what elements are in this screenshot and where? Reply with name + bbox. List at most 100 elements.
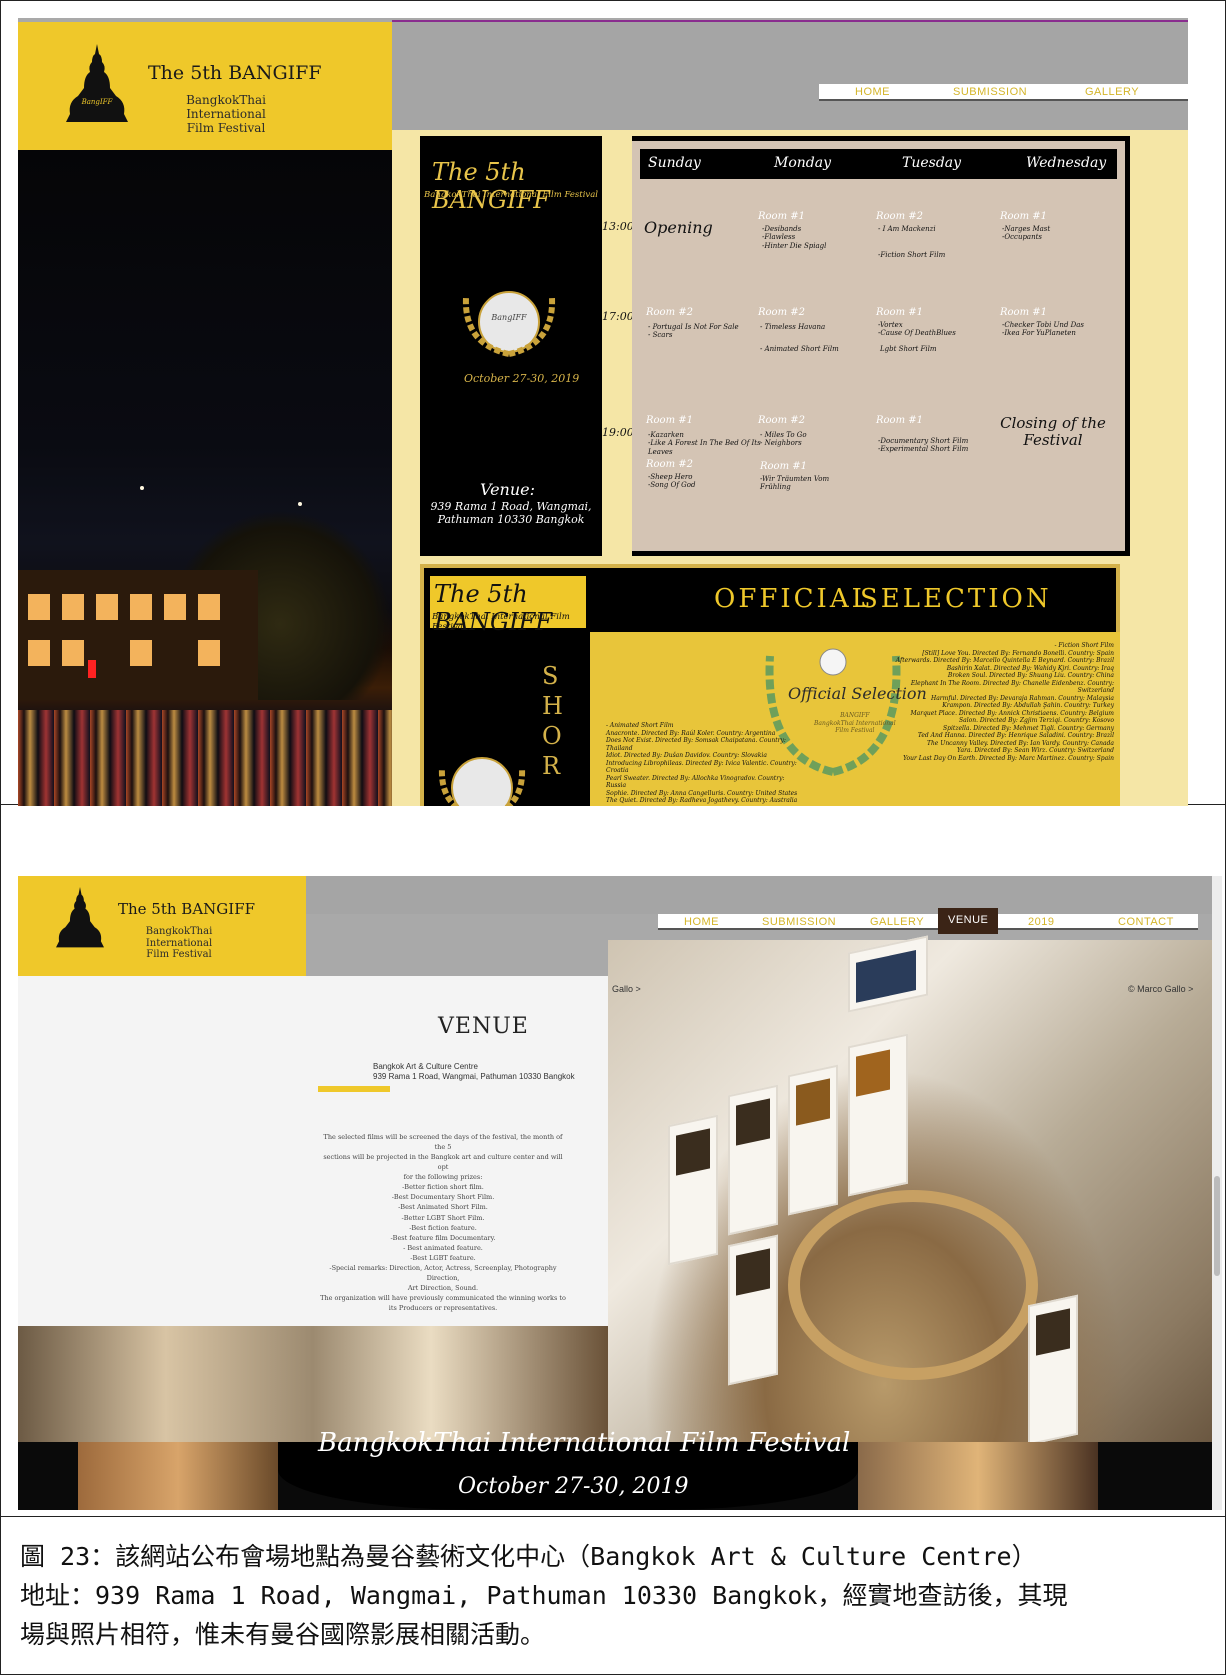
logo-subtitle: BangkokThai International Film Festival (114, 926, 244, 961)
room-label: Room #2 (758, 415, 805, 426)
category-note: - Animated Short Film (760, 345, 839, 353)
logo-subtitle-line2: Film Festival (146, 949, 212, 960)
logo-subtitle-line1: BangkokThai International (186, 93, 266, 121)
poster-sidebar: The 5th BANGIFF BangkokThai Internationa… (420, 136, 602, 556)
animated-shorts-list: - Animated Short Film Anacronte. Directed… (606, 722, 798, 804)
accent-bar (318, 1086, 390, 1092)
time-17: 17:00 (602, 310, 634, 323)
closing-event: Closing of the Festival (998, 414, 1108, 450)
site-logo-block[interactable]: BangIFF The 5th BANGIFF BangkokThai Inte… (18, 22, 392, 150)
nav-gallery[interactable]: GALLERY (1085, 86, 1139, 98)
header-bar (306, 876, 1222, 914)
film-list: - Miles To Go - Neighbors (760, 431, 807, 448)
logo-title: The 5th BANGIFF (148, 62, 322, 84)
nav-submission[interactable]: SUBMISSION (762, 916, 836, 928)
scrollbar[interactable] (1212, 876, 1222, 1510)
opening-event: Opening (644, 218, 713, 237)
address-line2: 939 Rama 1 Road, Wangmai, Pathuman 10330… (373, 1072, 575, 1082)
logo-subtitle-line1: BangkokThai International (145, 926, 213, 949)
exhibit-panel (668, 1114, 718, 1266)
room-label: Room #1 (876, 307, 923, 318)
river-reflection (18, 710, 392, 806)
poster-title: The 5th BANGIFF (432, 158, 550, 214)
distant-light (140, 486, 144, 490)
nav-home[interactable]: HOME (855, 86, 890, 98)
website-screenshot-venue: The 5th BANGIFF BangkokThai Internationa… (18, 876, 1222, 1510)
seal-text: BangIFF (490, 313, 527, 322)
logo-subtitle-line2: Film Festival (186, 120, 266, 135)
room-label: Room #2 (758, 307, 805, 318)
short-letter: O (542, 722, 562, 750)
film-list: -Checker Tobi Und Das -Ikea For YuPlanete… (1002, 321, 1085, 338)
nav-home[interactable]: HOME (684, 916, 719, 928)
room-label: Room #2 (876, 211, 923, 222)
film-list: -Wir Träumten Vom Frühling (760, 475, 830, 492)
room-label: Room #1 (1000, 307, 1047, 318)
buddha-badge-text: BangIFF (81, 98, 114, 106)
caption-line1: 圖 23：該網站公布會場地點為曼谷藝術文化中心（Bangkok Art & Cu… (20, 1542, 1037, 1571)
poster-date: October 27-30, 2019 (464, 372, 580, 385)
poster2-subtitle: BangkokThai International Film Festival (432, 612, 570, 632)
lit-building (18, 570, 258, 700)
nav-2019[interactable]: 2019 (1028, 916, 1054, 928)
photo-credit-left[interactable]: Gallo > (612, 984, 641, 994)
film-list: -Desibands -Flawless -Hinter Die Spiagl (762, 225, 827, 250)
day-sunday: Sunday (648, 155, 701, 171)
bangkok-night-photo (18, 150, 392, 806)
exhibit-panel (728, 1234, 778, 1386)
scrollbar-thumb[interactable] (1214, 1176, 1220, 1276)
film-list: -Documentary Short Film -Experimental Sho… (878, 437, 969, 454)
film-list: -Sheep Hero -Song Of God (648, 473, 696, 490)
room-label: Room #1 (646, 415, 693, 426)
venue-address: Bangkok Art & Culture Centre 939 Rama 1 … (373, 1062, 575, 1083)
logo-subtitle: BangkokThai International Film Festival (146, 93, 306, 135)
schedule-grid: Sunday Monday Tuesday Wednesday Opening … (632, 141, 1125, 551)
nav-venue-active[interactable]: VENUE (938, 908, 999, 934)
nav-submission[interactable]: SUBMISSION (953, 86, 1027, 98)
website-screenshot-schedule: BangIFF The 5th BANGIFF BangkokThai Inte… (18, 18, 1188, 806)
room-label: Room #1 (760, 461, 807, 472)
film-list: - Portugal Is Not For Sale - Scars (648, 323, 739, 340)
banner-photo-left (78, 1442, 278, 1510)
caption-line2: 地址：939 Rama 1 Road, Wangmai, Pathuman 10… (20, 1580, 1068, 1610)
exhibit-panel (848, 1033, 908, 1197)
distant-light (298, 502, 302, 506)
caption-divider (0, 1516, 1226, 1517)
venue-atrium-photo (608, 935, 1222, 1510)
day-tuesday: Tuesday (902, 155, 962, 171)
venue-label: Venue: (480, 480, 536, 499)
schedule-poster: The 5th BANGIFF BangkokThai Internationa… (420, 136, 1130, 556)
photo-credit-right[interactable]: © Marco Gallo > (1128, 984, 1193, 994)
closing-line2: Festival (1023, 431, 1083, 450)
official-word: OFFICIAL (714, 584, 872, 614)
site-logo-block[interactable]: The 5th BANGIFF BangkokThai Internationa… (18, 876, 306, 976)
time-13: 13:00 (602, 220, 634, 233)
address-line1: Bangkok Art & Culture Centre (373, 1062, 478, 1071)
category-note: Lgbt Short Film (880, 345, 937, 353)
time-19: 19:00 (602, 426, 634, 439)
film-list: -Kazarken -Like A Forest In The Bed Of It… (648, 431, 761, 456)
venue-address: 939 Rama 1 Road, Wangmai, Pathuman 10330… (422, 500, 600, 526)
room-label: Room #1 (1000, 211, 1047, 222)
header-bar (392, 22, 1188, 130)
main-nav: HOME SUBMISSION GALLERY VENUE 2019 CONTA… (658, 908, 1198, 934)
main-nav: HOME SUBMISSION GALLERY (819, 84, 1188, 101)
buddha-logo-icon: BangIFF (66, 44, 128, 124)
exhibit-panel (1028, 1294, 1078, 1446)
buddha-logo-icon (56, 886, 104, 950)
film-list: -Vortex -Cause Of DeathBlues (878, 321, 956, 338)
nav-contact[interactable]: CONTACT (1118, 916, 1174, 928)
window-light (62, 640, 84, 666)
window-light (198, 640, 220, 666)
venue-line1: 939 Rama 1 Road, Wangmai, (430, 500, 592, 513)
banner-date: October 27-30, 2019 (458, 1474, 689, 1499)
window-light (164, 594, 186, 620)
day-monday: Monday (774, 155, 831, 171)
exhibit-panel (788, 1064, 838, 1216)
window-light (130, 594, 152, 620)
venue-description: The selected films will be screened the … (320, 1133, 566, 1313)
nav-gallery[interactable]: GALLERY (870, 916, 924, 928)
room-label: Room #1 (876, 415, 923, 426)
festival-banner: BangkokThai International Film Festival … (18, 1428, 1222, 1510)
time-column: 13:00 17:00 19:00 (602, 136, 634, 556)
